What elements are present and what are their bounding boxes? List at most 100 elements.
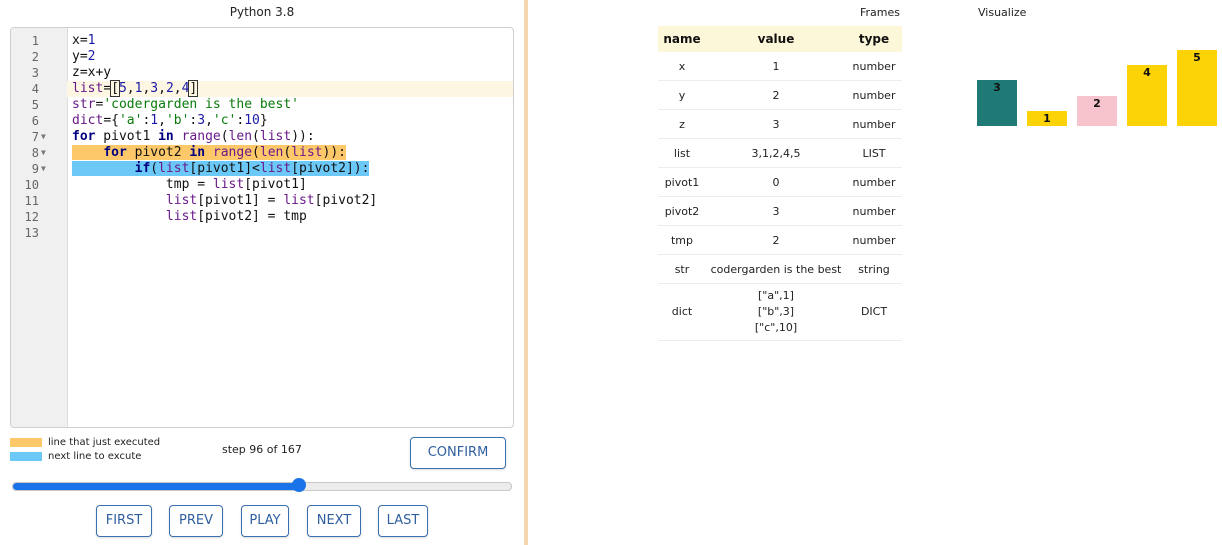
header-value: value bbox=[706, 26, 846, 52]
line-number: 12 bbox=[11, 209, 67, 225]
code-line[interactable]: tmp = list[pivot1] bbox=[67, 177, 513, 193]
line-number-text: 13 bbox=[24, 226, 39, 240]
frame-cell-name: dict bbox=[658, 283, 706, 341]
line-number-text: 8 bbox=[31, 146, 39, 160]
line-number: 7 ▼ bbox=[11, 129, 67, 145]
code-line[interactable]: list=[5,1,3,2,4] bbox=[67, 80, 513, 97]
code-line[interactable]: str='codergarden is the best' bbox=[67, 97, 513, 113]
line-number-text: 2 bbox=[31, 50, 39, 64]
last-button[interactable]: LAST bbox=[378, 505, 428, 537]
code-line[interactable]: list[pivot2] = tmp bbox=[67, 209, 513, 225]
line-number: 11 bbox=[11, 193, 67, 209]
step-slider[interactable] bbox=[12, 478, 512, 492]
play-button[interactable]: PLAY bbox=[241, 505, 289, 537]
legend-executed-swatch bbox=[10, 438, 42, 447]
frame-cell-value: 2 bbox=[706, 225, 846, 255]
line-number-text: 3 bbox=[31, 66, 39, 80]
frame-cell-name: z bbox=[658, 109, 706, 139]
frame-cell-name: pivot2 bbox=[658, 196, 706, 226]
frame-row-tmp: tmp 2 number bbox=[658, 225, 902, 255]
code-line[interactable] bbox=[67, 225, 513, 241]
line-number-text: 5 bbox=[31, 98, 39, 112]
frame-cell-type: number bbox=[846, 196, 902, 226]
line-number-text: 9 bbox=[31, 162, 39, 176]
line-number-text: 1 bbox=[31, 34, 39, 48]
header-name: name bbox=[658, 26, 706, 52]
line-number: 2 bbox=[11, 49, 67, 65]
frames-title: Frames bbox=[860, 6, 901, 19]
line-number-text: 10 bbox=[24, 178, 39, 192]
line-number-text: 7 bbox=[31, 130, 39, 144]
code-line[interactable]: list[pivot1] = list[pivot2] bbox=[67, 193, 513, 209]
legend-executed-label: line that just executed bbox=[48, 437, 161, 448]
header-type: type bbox=[846, 26, 902, 52]
code-line[interactable]: for pivot1 in range(len(list)): bbox=[67, 129, 513, 145]
language-title: Python 3.8 bbox=[229, 5, 295, 19]
line-number: 6 bbox=[11, 113, 67, 129]
first-button[interactable]: FIRST bbox=[96, 505, 152, 537]
code-panel: Python 3.8 1 2 3 4 5 6 7 ▼ 8 ▼ 9 ▼ 10 11 12 13 x=1 y=2 z=… bbox=[0, 0, 524, 545]
frame-cell-value: 3,1,2,4,5 bbox=[706, 138, 846, 168]
step-slider-fill bbox=[13, 483, 300, 490]
viz-bar-label: 3 bbox=[993, 81, 1001, 95]
step-counter: step 96 of 167 bbox=[222, 443, 302, 456]
line-number-gutter: 1 2 3 4 5 6 7 ▼ 8 ▼ 9 ▼ 10 11 12 13 bbox=[11, 28, 68, 427]
visualize-title: Visualize bbox=[978, 6, 1027, 19]
frames-body: x 1 number y 2 number z 3 number list 3,1,2,4,5 LIS… bbox=[658, 52, 902, 341]
frame-cell-type: number bbox=[846, 167, 902, 197]
frame-cell-name: x bbox=[658, 52, 706, 81]
frame-cell-value: 1 bbox=[706, 52, 846, 81]
frame-cell-type: number bbox=[846, 80, 902, 110]
line-number: 9 ▼ bbox=[11, 161, 67, 177]
frame-cell-type: string bbox=[846, 254, 902, 284]
frame-cell-value: 3 bbox=[706, 109, 846, 139]
frame-row-list: list 3,1,2,4,5 LIST bbox=[658, 138, 902, 168]
line-number: 3 bbox=[11, 65, 67, 81]
frame-cell-name: list bbox=[658, 138, 706, 168]
frame-row-pivot1: pivot1 0 number bbox=[658, 167, 902, 197]
frame-cell-type: number bbox=[846, 52, 902, 81]
prev-button[interactable]: PREV bbox=[169, 505, 223, 537]
frames-table: name value type x 1 number y 2 number z 3 number… bbox=[658, 26, 902, 341]
list-visualization: 3 1 2 4 5 bbox=[970, 40, 1222, 130]
viz-bar-label: 4 bbox=[1143, 66, 1151, 80]
legend-next-swatch bbox=[10, 452, 42, 461]
frame-row-x: x 1 number bbox=[658, 52, 902, 81]
code-line[interactable]: for pivot2 in range(len(list)): bbox=[67, 145, 513, 161]
line-number: 4 bbox=[11, 81, 67, 97]
code-line[interactable]: z=x+y bbox=[67, 65, 513, 81]
line-number: 5 bbox=[11, 97, 67, 113]
code-line[interactable]: y=2 bbox=[67, 49, 513, 65]
line-number-text: 4 bbox=[31, 82, 39, 96]
frame-row-str: str codergarden is the best string bbox=[658, 254, 902, 284]
line-number-text: 12 bbox=[24, 210, 39, 224]
frame-cell-type: number bbox=[846, 109, 902, 139]
fold-arrow-icon[interactable]: ▼ bbox=[41, 129, 46, 145]
confirm-button[interactable]: CONFIRM bbox=[410, 437, 506, 469]
line-number-text: 6 bbox=[31, 114, 39, 128]
frame-row-dict: dict ["a",1] ["b",3] ["c",10] DICT bbox=[658, 283, 902, 341]
code-line[interactable]: if(list[pivot1]<list[pivot2]): bbox=[67, 161, 513, 177]
frame-cell-value: 0 bbox=[706, 167, 846, 197]
viz-bar-label: 2 bbox=[1093, 96, 1101, 110]
line-number-text: 11 bbox=[24, 194, 39, 208]
line-number: 13 bbox=[11, 225, 67, 241]
frame-cell-value: 2 bbox=[706, 80, 846, 110]
viz-bar-label: 5 bbox=[1193, 51, 1201, 64]
frame-row-pivot2: pivot2 3 number bbox=[658, 196, 902, 226]
frame-cell-type: DICT bbox=[846, 283, 902, 341]
next-button[interactable]: NEXT bbox=[307, 505, 361, 537]
frame-cell-name: y bbox=[658, 80, 706, 110]
frame-cell-name: tmp bbox=[658, 225, 706, 255]
code-editor[interactable]: 1 2 3 4 5 6 7 ▼ 8 ▼ 9 ▼ 10 11 12 13 x=1 y=2 z=x+y list=[5,… bbox=[10, 27, 514, 428]
frame-row-z: z 3 number bbox=[658, 109, 902, 139]
frame-row-y: y 2 number bbox=[658, 80, 902, 110]
code-line[interactable]: x=1 bbox=[67, 33, 513, 49]
frame-cell-value: ["a",1] ["b",3] ["c",10] bbox=[706, 283, 846, 341]
frame-cell-name: pivot1 bbox=[658, 167, 706, 197]
fold-arrow-icon[interactable]: ▼ bbox=[41, 161, 46, 177]
step-slider-thumb[interactable] bbox=[292, 478, 307, 492]
fold-arrow-icon[interactable]: ▼ bbox=[41, 145, 46, 161]
line-number: 10 bbox=[11, 177, 67, 193]
code-line[interactable]: dict={'a':1,'b':3,'c':10} bbox=[67, 113, 513, 129]
